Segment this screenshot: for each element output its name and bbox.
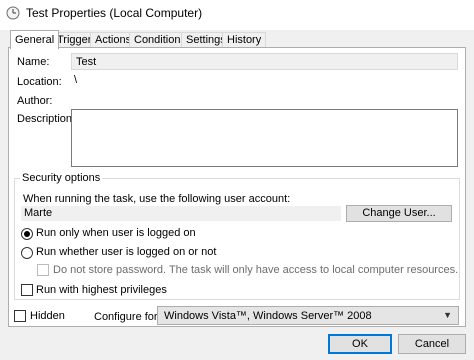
radio-run-whether-label: Run whether user is logged on or not <box>36 246 217 258</box>
highest-privileges-label: Run with highest privileges <box>36 284 167 296</box>
user-account-field: Marte <box>21 206 341 221</box>
chevron-down-icon: ▼ <box>443 310 452 320</box>
highest-privileges-checkbox[interactable] <box>21 284 33 296</box>
author-label: Author: <box>17 95 53 107</box>
ok-button[interactable]: OK <box>328 334 392 354</box>
hidden-label: Hidden <box>30 310 65 322</box>
tab-general[interactable]: General <box>10 30 60 49</box>
clock-icon <box>6 6 20 20</box>
radio-run-whether[interactable] <box>21 247 33 259</box>
window-title: Test Properties (Local Computer) <box>26 6 203 20</box>
radio-run-logged-on[interactable] <box>21 228 33 240</box>
store-password-checkbox[interactable] <box>37 264 49 276</box>
location-value: \ <box>74 74 78 86</box>
store-password-label: Do not store password. The task will onl… <box>53 264 459 276</box>
name-field[interactable]: Test <box>71 53 458 70</box>
cancel-button[interactable]: Cancel <box>398 334 466 354</box>
account-prompt: When running the task, use the following… <box>23 193 291 205</box>
name-label: Name: <box>17 56 50 68</box>
change-user-button[interactable]: Change User... <box>346 205 452 222</box>
tab-history[interactable]: History <box>222 32 267 48</box>
configure-for-select[interactable]: Windows Vista™, Windows Server™ 2008 ▼ <box>157 306 459 325</box>
security-options-label: Security options <box>20 172 103 184</box>
description-field[interactable] <box>71 109 458 167</box>
location-label: Location: <box>17 76 62 88</box>
hidden-checkbox[interactable] <box>14 310 26 322</box>
description-label: Description: <box>17 113 76 125</box>
configure-for-label: Configure for: <box>94 311 161 323</box>
title-bar: Test Properties (Local Computer) <box>0 0 474 30</box>
radio-run-logged-on-label: Run only when user is logged on <box>36 227 196 239</box>
configure-for-value: Windows Vista™, Windows Server™ 2008 <box>164 310 372 322</box>
